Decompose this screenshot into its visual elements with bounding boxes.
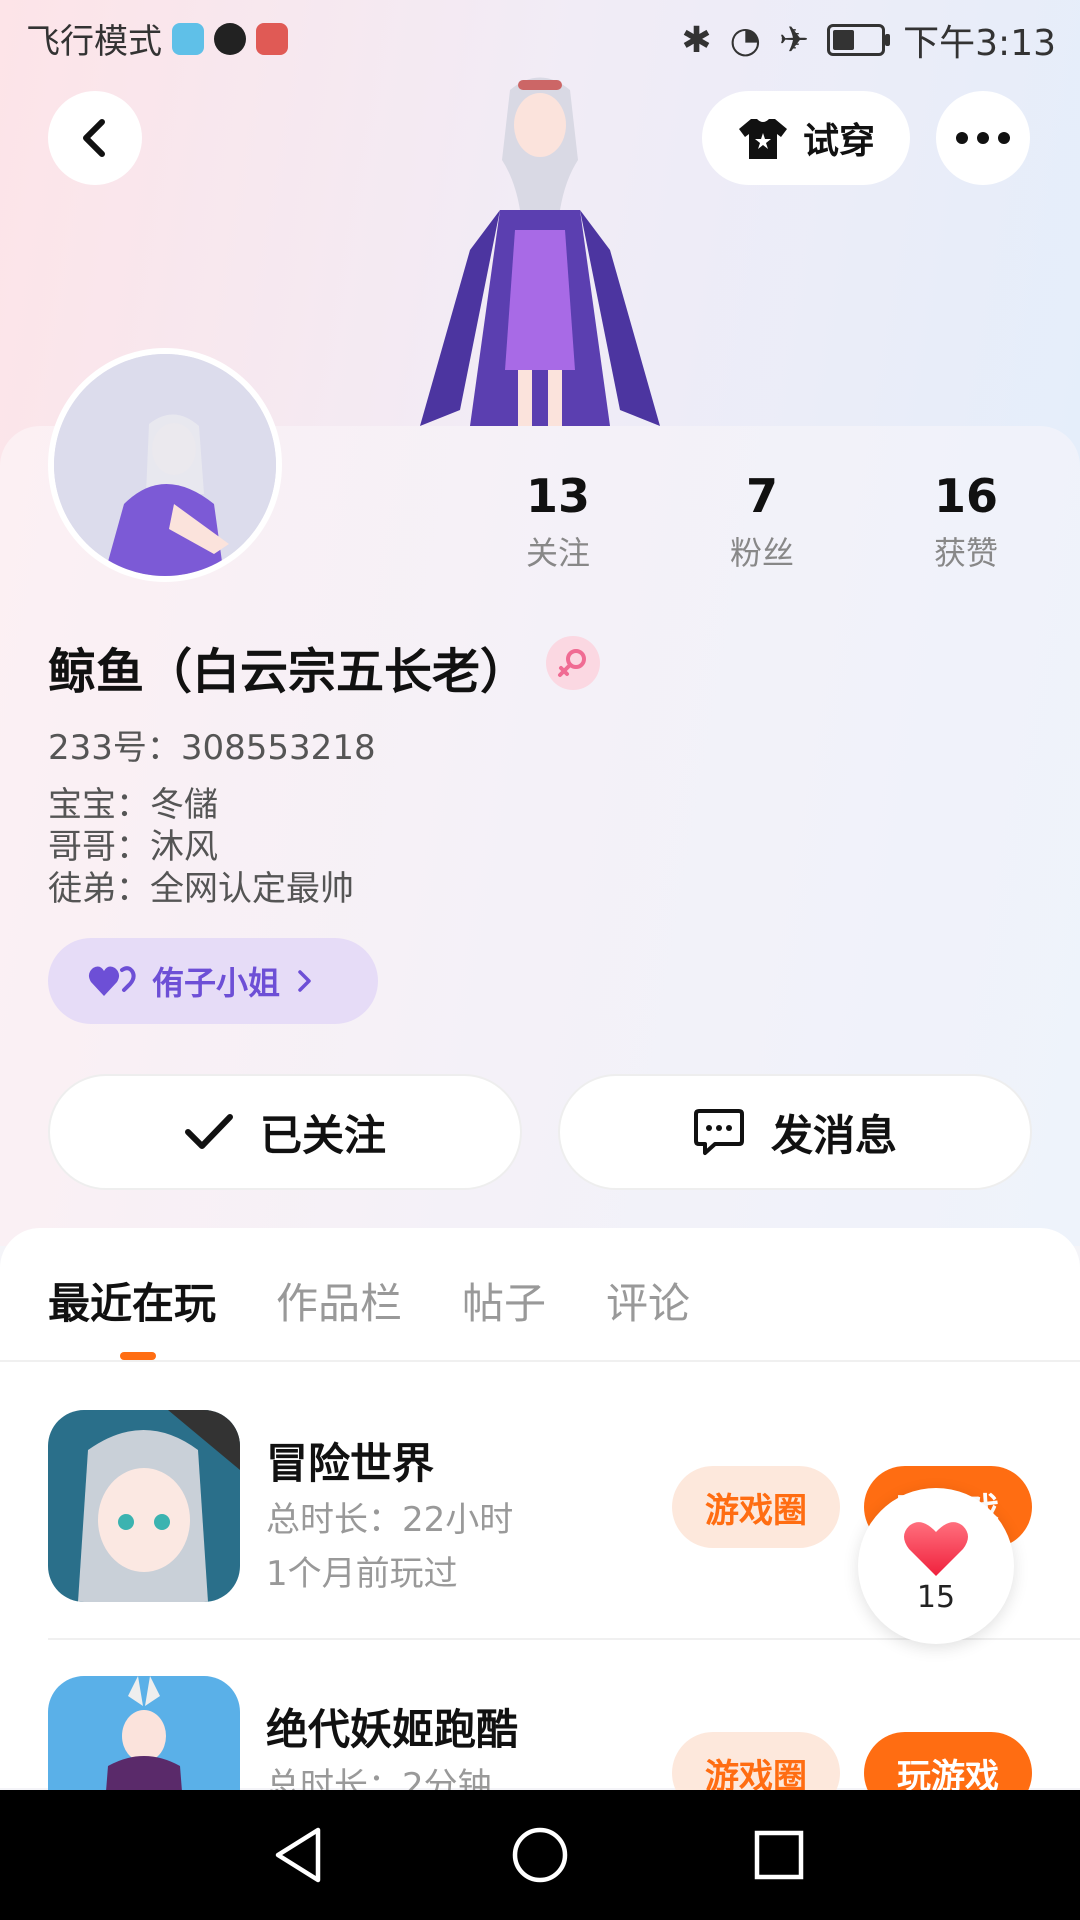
bio-line: 徒弟：全网认定最帅	[48, 869, 354, 909]
more-dots-icon	[956, 132, 1010, 144]
profile-tabs: 最近在玩 作品栏 帖子 评论	[48, 1270, 690, 1331]
profile-avatar[interactable]	[48, 348, 282, 582]
game-title: 绝代妖姬跑酷	[266, 1705, 519, 1754]
airplane-mode-text: 飞行模式	[26, 22, 162, 62]
like-count: 15	[916, 1579, 956, 1615]
heart-icon	[904, 1521, 968, 1576]
battery-icon	[827, 24, 891, 56]
nav-recents-icon[interactable]	[744, 1820, 814, 1890]
following-count: 13	[525, 469, 590, 523]
like-button[interactable]: 15	[858, 1488, 1014, 1644]
game-last-played: 1个月前玩过	[266, 1554, 458, 1594]
character-model-image	[420, 77, 660, 426]
likes-label: 获赞	[933, 534, 998, 572]
followed-button[interactable]: 已关注	[48, 1074, 522, 1190]
stat-fans[interactable]: 7 粉丝	[682, 468, 842, 574]
chevron-right-icon	[298, 970, 311, 992]
bluetooth-icon: ✱	[681, 19, 712, 61]
game-title: 冒险世界	[266, 1439, 435, 1488]
tab-divider	[0, 1360, 1080, 1362]
tab-recently-played[interactable]: 最近在玩	[48, 1270, 216, 1331]
profile-name: 鲸鱼（白云宗五长老）	[48, 644, 529, 700]
status-bar: 飞行模式 ✱ ◔ ✈ 下午3:13	[0, 0, 1080, 76]
huawei-app-icon	[256, 22, 288, 55]
followed-label: 已关注	[259, 1110, 386, 1160]
more-options-button[interactable]	[936, 91, 1030, 185]
send-message-label: 发消息	[770, 1110, 897, 1160]
tab-posts[interactable]: 帖子	[462, 1270, 546, 1331]
active-tab-indicator	[120, 1352, 156, 1360]
checkmark-icon	[184, 1114, 233, 1149]
nav-back-icon[interactable]	[266, 1820, 336, 1890]
status-time: 下午3:13	[903, 23, 1056, 64]
game-circle-button[interactable]: 游戏圈	[672, 1466, 840, 1548]
game-icon-image	[48, 1410, 240, 1602]
shirt-icon	[738, 119, 787, 159]
try-on-button[interactable]: 试穿	[702, 91, 910, 185]
tiktok-app-icon	[214, 22, 246, 55]
bio-line: 宝宝：冬儲	[48, 785, 218, 825]
stat-following[interactable]: 13 关注	[478, 468, 638, 574]
chevron-left-icon	[83, 119, 105, 157]
relationship-tag[interactable]: 侑子小姐	[48, 938, 378, 1024]
tab-works[interactable]: 作品栏	[276, 1270, 402, 1331]
nav-home-icon[interactable]	[505, 1820, 575, 1890]
tab-comments[interactable]: 评论	[606, 1270, 690, 1331]
game-duration: 总时长：22小时	[266, 1500, 514, 1540]
avatar-image	[54, 354, 276, 576]
send-message-button[interactable]: 发消息	[558, 1074, 1032, 1190]
female-gender-icon	[546, 636, 600, 690]
following-label: 关注	[525, 534, 590, 572]
relationship-tag-label: 侑子小姐	[152, 964, 281, 1002]
user-id: 233号：308553218	[48, 728, 376, 768]
profile-bio: 宝宝：冬儲 哥哥：沐风 徒弟：全网认定最帅	[48, 784, 354, 910]
fans-label: 粉丝	[729, 534, 794, 572]
shield-app-icon	[172, 22, 204, 55]
wifi-icon: ◔	[729, 19, 761, 61]
chat-bubble-icon	[693, 1109, 744, 1155]
try-on-label: 试穿	[802, 121, 875, 162]
airplane-icon: ✈	[778, 19, 810, 61]
back-button[interactable]	[48, 91, 142, 185]
heart-pair-icon	[88, 966, 136, 996]
likes-count: 16	[933, 469, 998, 523]
system-navigation-bar	[0, 1790, 1080, 1920]
fans-count: 7	[745, 469, 778, 523]
stat-likes[interactable]: 16 获赞	[886, 468, 1046, 574]
bio-line: 哥哥：沐风	[48, 827, 218, 867]
